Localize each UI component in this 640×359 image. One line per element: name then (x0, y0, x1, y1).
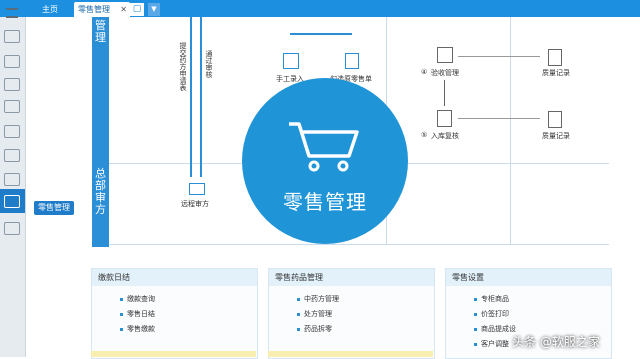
arrow (458, 56, 540, 57)
band-hq-review: 总部审方 (92, 165, 109, 247)
bullet-icon (297, 297, 300, 301)
item-label: 零售缴款 (127, 325, 155, 333)
item-label: 专柜商品 (481, 295, 509, 303)
divider (109, 244, 609, 245)
item-label: 价签打印 (481, 310, 509, 318)
list-item[interactable]: 商品提成设 (474, 324, 516, 334)
cart-icon[interactable] (4, 195, 20, 208)
bullet-icon (474, 312, 477, 316)
list-item[interactable]: 药品拆零 (297, 324, 332, 334)
list-item[interactable]: 中药方管理 (297, 294, 339, 304)
shop-icon[interactable] (4, 100, 20, 113)
tab-home[interactable]: 主页 (36, 2, 64, 17)
flow-label-quality-1: 质量记录 (542, 69, 570, 77)
item-label: 药品拆零 (304, 325, 332, 333)
bullet-icon (474, 327, 477, 331)
item-label: 处方管理 (304, 310, 332, 318)
panel-next-header (268, 351, 433, 357)
chain-icon[interactable] (4, 55, 20, 68)
truck-icon[interactable] (4, 173, 20, 186)
panel-title: 零售设置 (446, 269, 611, 286)
connector (290, 33, 352, 35)
item-label: 商品提成设 (481, 325, 516, 333)
tab-label: 零售管理 (78, 5, 110, 14)
list-item[interactable]: 零售日结 (120, 309, 155, 319)
monitor-icon (189, 183, 205, 195)
item-label: 缴款查询 (127, 295, 155, 303)
list-item[interactable]: 客户调整 (474, 339, 509, 349)
close-icon[interactable]: ✕ (120, 2, 127, 17)
flow-line (200, 17, 202, 177)
list-item[interactable]: 处方管理 (297, 309, 332, 319)
bullet-icon (120, 312, 123, 316)
list-item[interactable]: 专柜商品 (474, 294, 509, 304)
divider (510, 17, 511, 245)
arrow (458, 118, 540, 119)
flow-line (190, 17, 192, 177)
list-item[interactable]: 零售缴款 (120, 324, 155, 334)
edit-icon (283, 53, 299, 69)
bullet-icon (474, 342, 477, 346)
flow-label-submit: 提交药方申请表 (179, 42, 187, 91)
flow-step-5: ⑤ (421, 131, 428, 139)
center-title: 零售管理 (283, 190, 367, 214)
bullet-icon (297, 327, 300, 331)
flow-label-warehouse: 入库复核 (431, 132, 459, 140)
panel-retail-drugs: 零售药品管理 中药方管理 处方管理 药品拆零 (268, 268, 435, 359)
sidebar-tooltip: 零售管理 (34, 201, 74, 215)
item-label: 客户调整 (481, 340, 509, 348)
panel-title: 零售药品管理 (269, 269, 434, 286)
flow-label-quality-2: 质量记录 (542, 132, 570, 140)
bullet-icon (297, 312, 300, 316)
item-label: 零售日结 (127, 310, 155, 318)
gift-icon[interactable] (4, 149, 20, 162)
item-label: 中药方管理 (304, 295, 339, 303)
bullet-icon (120, 297, 123, 301)
new-tab-icon[interactable]: ▢ (130, 3, 144, 16)
menu-icon[interactable] (6, 8, 18, 18)
monitor-icon[interactable] (4, 222, 20, 235)
coins-icon[interactable] (4, 30, 20, 43)
band-hq-review-label: 总部审方 (95, 167, 106, 216)
flow-label-remote: 远程审方 (181, 200, 209, 208)
tab-bar: 主页 零售管理 ✕ ▢ ▼ (0, 0, 640, 17)
sidebar (0, 17, 26, 357)
band-management: 管理 (92, 17, 109, 165)
flow-step-4: ④ (421, 68, 428, 76)
flow-label-approved: 通过审核 (205, 50, 213, 78)
panel-title: 缴款日结 (92, 269, 257, 286)
flow-line (444, 80, 445, 106)
money-icon[interactable] (4, 78, 20, 91)
panel-next-header (91, 351, 256, 357)
box-icon (437, 47, 453, 63)
flow-label-check: 验收管理 (431, 69, 459, 77)
watermark: 头条 @软服之家 (512, 335, 600, 349)
bullet-icon (474, 297, 477, 301)
cart-icon (289, 122, 359, 172)
chevron-down-icon[interactable]: ▼ (148, 3, 160, 16)
document-icon (548, 111, 562, 128)
list-item[interactable]: 缴款查询 (120, 294, 155, 304)
document-icon (548, 49, 562, 66)
list-item[interactable]: 价签打印 (474, 309, 509, 319)
bullet-icon (120, 327, 123, 331)
tab-retail-management[interactable]: 零售管理 ✕ (74, 2, 130, 17)
cash-icon[interactable] (4, 125, 20, 138)
panel-settlement: 缴款日结 缴款查询 零售日结 零售缴款 (91, 268, 258, 359)
checklist-icon (345, 53, 359, 69)
list-icon (437, 110, 452, 127)
